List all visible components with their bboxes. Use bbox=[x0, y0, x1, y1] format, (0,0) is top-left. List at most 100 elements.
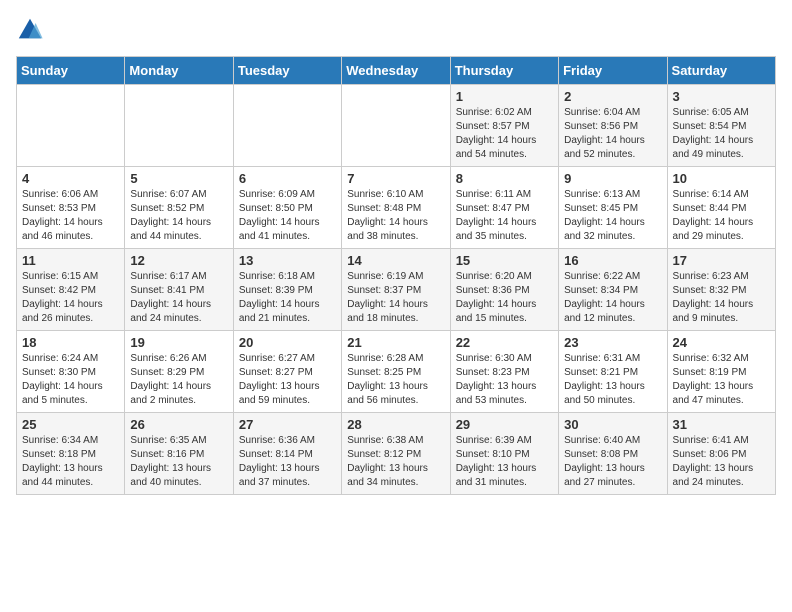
day-number: 8 bbox=[456, 171, 553, 186]
calendar-cell: 13 Sunrise: 6:18 AM Sunset: 8:39 PM Dayli… bbox=[233, 249, 341, 331]
calendar-cell: 30 Sunrise: 6:40 AM Sunset: 8:08 PM Dayli… bbox=[559, 413, 667, 495]
day-detail: Sunrise: 6:19 AM Sunset: 8:37 PM Dayligh… bbox=[347, 270, 444, 326]
calendar-cell: 1 Sunrise: 6:02 AM Sunset: 8:57 PM Daylig… bbox=[450, 85, 558, 167]
calendar-cell bbox=[342, 85, 450, 167]
calendar-cell: 10 Sunrise: 6:14 AM Sunset: 8:44 PM Dayli… bbox=[667, 167, 775, 249]
weekday-header: Saturday bbox=[667, 57, 775, 85]
calendar-cell bbox=[17, 85, 125, 167]
calendar-cell: 11 Sunrise: 6:15 AM Sunset: 8:42 PM Dayli… bbox=[17, 249, 125, 331]
day-detail: Sunrise: 6:32 AM Sunset: 8:19 PM Dayligh… bbox=[673, 352, 770, 408]
day-number: 22 bbox=[456, 335, 553, 350]
day-number: 6 bbox=[239, 171, 336, 186]
day-detail: Sunrise: 6:28 AM Sunset: 8:25 PM Dayligh… bbox=[347, 352, 444, 408]
day-detail: Sunrise: 6:26 AM Sunset: 8:29 PM Dayligh… bbox=[130, 352, 227, 408]
weekday-header: Tuesday bbox=[233, 57, 341, 85]
day-number: 1 bbox=[456, 89, 553, 104]
calendar-cell: 24 Sunrise: 6:32 AM Sunset: 8:19 PM Dayli… bbox=[667, 331, 775, 413]
calendar-week-row: 1 Sunrise: 6:02 AM Sunset: 8:57 PM Daylig… bbox=[17, 85, 776, 167]
calendar-cell: 27 Sunrise: 6:36 AM Sunset: 8:14 PM Dayli… bbox=[233, 413, 341, 495]
day-number: 7 bbox=[347, 171, 444, 186]
calendar-cell bbox=[233, 85, 341, 167]
day-detail: Sunrise: 6:23 AM Sunset: 8:32 PM Dayligh… bbox=[673, 270, 770, 326]
day-detail: Sunrise: 6:09 AM Sunset: 8:50 PM Dayligh… bbox=[239, 188, 336, 244]
calendar-cell: 14Sunrise: 6:19 AM Sunset: 8:37 PM Dayli… bbox=[342, 249, 450, 331]
day-detail: Sunrise: 6:15 AM Sunset: 8:42 PM Dayligh… bbox=[22, 270, 119, 326]
day-detail: Sunrise: 6:17 AM Sunset: 8:41 PM Dayligh… bbox=[130, 270, 227, 326]
day-number: 13 bbox=[239, 253, 336, 268]
calendar-cell: 12 Sunrise: 6:17 AM Sunset: 8:41 PM Dayli… bbox=[125, 249, 233, 331]
day-detail: Sunrise: 6:14 AM Sunset: 8:44 PM Dayligh… bbox=[673, 188, 770, 244]
weekday-header: Monday bbox=[125, 57, 233, 85]
calendar-cell: 28 Sunrise: 6:38 AM Sunset: 8:12 PM Dayli… bbox=[342, 413, 450, 495]
day-detail: Sunrise: 6:10 AM Sunset: 8:48 PM Dayligh… bbox=[347, 188, 444, 244]
calendar-cell: 23Sunrise: 6:31 AM Sunset: 8:21 PM Dayli… bbox=[559, 331, 667, 413]
calendar-cell: 15 Sunrise: 6:20 AM Sunset: 8:36 PM Dayli… bbox=[450, 249, 558, 331]
day-number: 2 bbox=[564, 89, 661, 104]
day-number: 20 bbox=[239, 335, 336, 350]
day-detail: Sunrise: 6:27 AM Sunset: 8:27 PM Dayligh… bbox=[239, 352, 336, 408]
day-detail: Sunrise: 6:31 AM Sunset: 8:21 PM Dayligh… bbox=[564, 352, 661, 408]
day-number: 9 bbox=[564, 171, 661, 186]
day-number: 31 bbox=[673, 417, 770, 432]
day-detail: Sunrise: 6:36 AM Sunset: 8:14 PM Dayligh… bbox=[239, 434, 336, 490]
calendar-cell: 21Sunrise: 6:28 AM Sunset: 8:25 PM Dayli… bbox=[342, 331, 450, 413]
calendar-cell: 20 Sunrise: 6:27 AM Sunset: 8:27 PM Dayli… bbox=[233, 331, 341, 413]
calendar-cell bbox=[125, 85, 233, 167]
day-detail: Sunrise: 6:22 AM Sunset: 8:34 PM Dayligh… bbox=[564, 270, 661, 326]
calendar-cell: 5Sunrise: 6:07 AM Sunset: 8:52 PM Daylig… bbox=[125, 167, 233, 249]
day-number: 29 bbox=[456, 417, 553, 432]
calendar-cell: 2 Sunrise: 6:04 AM Sunset: 8:56 PM Daylig… bbox=[559, 85, 667, 167]
day-detail: Sunrise: 6:41 AM Sunset: 8:06 PM Dayligh… bbox=[673, 434, 770, 490]
day-detail: Sunrise: 6:04 AM Sunset: 8:56 PM Dayligh… bbox=[564, 106, 661, 162]
day-number: 18 bbox=[22, 335, 119, 350]
calendar-cell: 25 Sunrise: 6:34 AM Sunset: 8:18 PM Dayli… bbox=[17, 413, 125, 495]
day-detail: Sunrise: 6:24 AM Sunset: 8:30 PM Dayligh… bbox=[22, 352, 119, 408]
calendar-cell: 8 Sunrise: 6:11 AM Sunset: 8:47 PM Daylig… bbox=[450, 167, 558, 249]
calendar-week-row: 11 Sunrise: 6:15 AM Sunset: 8:42 PM Dayli… bbox=[17, 249, 776, 331]
day-number: 27 bbox=[239, 417, 336, 432]
day-number: 12 bbox=[130, 253, 227, 268]
day-detail: Sunrise: 6:38 AM Sunset: 8:12 PM Dayligh… bbox=[347, 434, 444, 490]
calendar-cell: 31 Sunrise: 6:41 AM Sunset: 8:06 PM Dayli… bbox=[667, 413, 775, 495]
calendar-cell: 16Sunrise: 6:22 AM Sunset: 8:34 PM Dayli… bbox=[559, 249, 667, 331]
logo-icon bbox=[16, 16, 44, 44]
day-detail: Sunrise: 6:20 AM Sunset: 8:36 PM Dayligh… bbox=[456, 270, 553, 326]
day-number: 4 bbox=[22, 171, 119, 186]
day-detail: Sunrise: 6:34 AM Sunset: 8:18 PM Dayligh… bbox=[22, 434, 119, 490]
page-header bbox=[16, 16, 776, 44]
calendar-cell: 4 Sunrise: 6:06 AM Sunset: 8:53 PM Daylig… bbox=[17, 167, 125, 249]
weekday-header: Thursday bbox=[450, 57, 558, 85]
day-detail: Sunrise: 6:18 AM Sunset: 8:39 PM Dayligh… bbox=[239, 270, 336, 326]
day-number: 10 bbox=[673, 171, 770, 186]
weekday-header: Sunday bbox=[17, 57, 125, 85]
day-number: 15 bbox=[456, 253, 553, 268]
day-detail: Sunrise: 6:06 AM Sunset: 8:53 PM Dayligh… bbox=[22, 188, 119, 244]
day-number: 26 bbox=[130, 417, 227, 432]
day-number: 24 bbox=[673, 335, 770, 350]
day-detail: Sunrise: 6:07 AM Sunset: 8:52 PM Dayligh… bbox=[130, 188, 227, 244]
weekday-header-row: SundayMondayTuesdayWednesdayThursdayFrid… bbox=[17, 57, 776, 85]
day-number: 17 bbox=[673, 253, 770, 268]
day-number: 11 bbox=[22, 253, 119, 268]
day-number: 30 bbox=[564, 417, 661, 432]
day-detail: Sunrise: 6:11 AM Sunset: 8:47 PM Dayligh… bbox=[456, 188, 553, 244]
calendar-cell: 6 Sunrise: 6:09 AM Sunset: 8:50 PM Daylig… bbox=[233, 167, 341, 249]
day-detail: Sunrise: 6:40 AM Sunset: 8:08 PM Dayligh… bbox=[564, 434, 661, 490]
day-number: 28 bbox=[347, 417, 444, 432]
calendar-cell: 9 Sunrise: 6:13 AM Sunset: 8:45 PM Daylig… bbox=[559, 167, 667, 249]
day-detail: Sunrise: 6:35 AM Sunset: 8:16 PM Dayligh… bbox=[130, 434, 227, 490]
calendar-week-row: 4 Sunrise: 6:06 AM Sunset: 8:53 PM Daylig… bbox=[17, 167, 776, 249]
day-number: 25 bbox=[22, 417, 119, 432]
day-detail: Sunrise: 6:02 AM Sunset: 8:57 PM Dayligh… bbox=[456, 106, 553, 162]
day-detail: Sunrise: 6:13 AM Sunset: 8:45 PM Dayligh… bbox=[564, 188, 661, 244]
calendar-cell: 26 Sunrise: 6:35 AM Sunset: 8:16 PM Dayli… bbox=[125, 413, 233, 495]
calendar-cell: 19Sunrise: 6:26 AM Sunset: 8:29 PM Dayli… bbox=[125, 331, 233, 413]
calendar-week-row: 25 Sunrise: 6:34 AM Sunset: 8:18 PM Dayli… bbox=[17, 413, 776, 495]
calendar-cell: 3Sunrise: 6:05 AM Sunset: 8:54 PM Daylig… bbox=[667, 85, 775, 167]
calendar-table: SundayMondayTuesdayWednesdayThursdayFrid… bbox=[16, 56, 776, 495]
weekday-header: Friday bbox=[559, 57, 667, 85]
calendar-cell: 22 Sunrise: 6:30 AM Sunset: 8:23 PM Dayli… bbox=[450, 331, 558, 413]
calendar-cell: 18 Sunrise: 6:24 AM Sunset: 8:30 PM Dayli… bbox=[17, 331, 125, 413]
calendar-cell: 7 Sunrise: 6:10 AM Sunset: 8:48 PM Daylig… bbox=[342, 167, 450, 249]
day-detail: Sunrise: 6:30 AM Sunset: 8:23 PM Dayligh… bbox=[456, 352, 553, 408]
